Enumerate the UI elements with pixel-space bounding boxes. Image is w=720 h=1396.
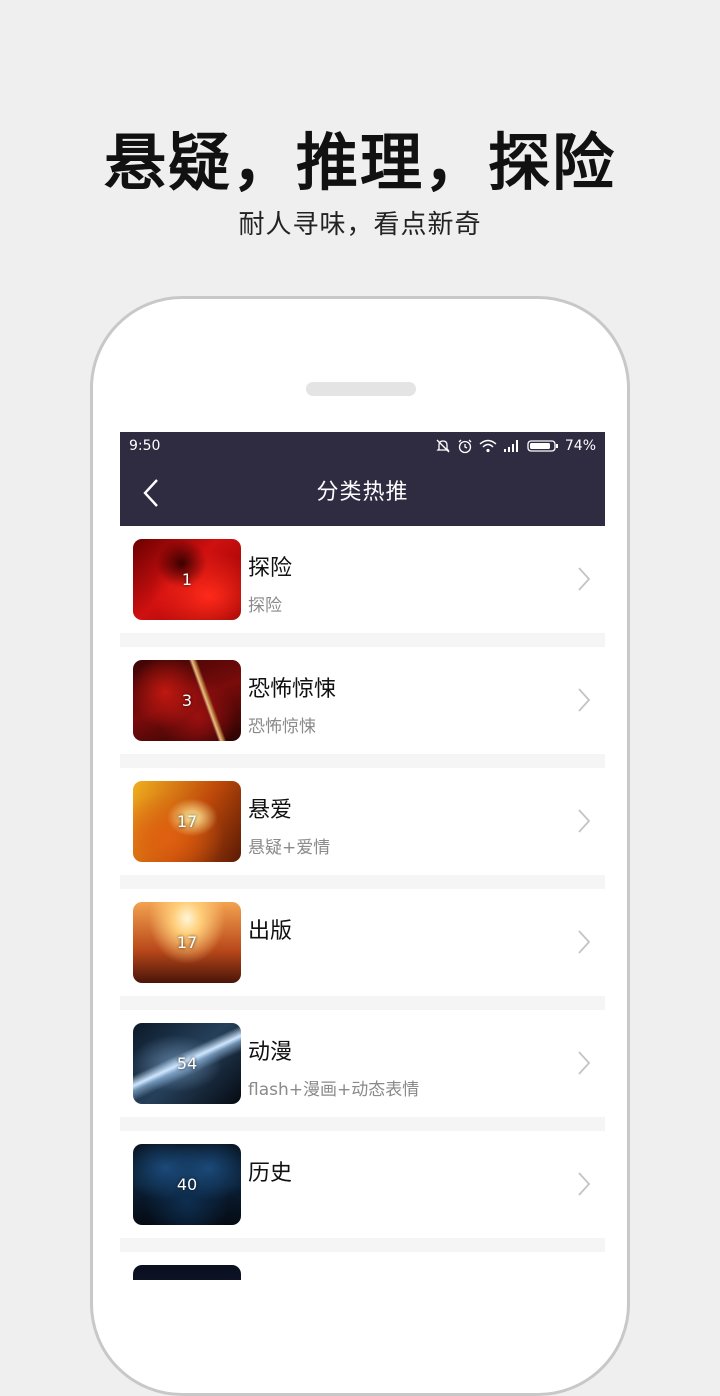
page-title: 分类热推	[316, 480, 409, 505]
category-title: 探险	[248, 556, 293, 581]
signal-icon	[503, 439, 518, 452]
category-count: 17	[176, 812, 198, 831]
phone-speaker	[306, 382, 416, 396]
phone-screen: 9:50 74% 分类热推 1 探险 探险 3 恐怖惊悚 恐怖惊悚 17 悬爱 …	[120, 432, 605, 1280]
category-thumbnail: 54	[133, 1023, 241, 1104]
category-subtitle: 探险	[248, 596, 282, 616]
chevron-right-icon	[578, 809, 591, 833]
nav-bar: 分类热推	[120, 459, 605, 526]
chevron-right-icon	[578, 1172, 591, 1196]
category-subtitle: 恐怖惊悚	[248, 717, 316, 737]
category-title: 动漫	[248, 1040, 293, 1065]
category-count: 3	[181, 691, 193, 710]
category-subtitle: 悬疑+爱情	[248, 838, 331, 858]
category-title: 历史	[248, 1161, 293, 1186]
category-thumbnail: 1	[133, 539, 241, 620]
alarm-icon	[458, 439, 472, 453]
category-thumbnail: 17	[133, 781, 241, 862]
battery-icon	[527, 439, 558, 452]
category-row-anime[interactable]: 54 动漫 flash+漫画+动态表情	[120, 1010, 605, 1117]
category-count: 17	[176, 933, 198, 952]
chevron-right-icon	[578, 567, 591, 591]
category-count: 1	[181, 570, 193, 589]
category-row-adventure[interactable]: 1 探险 探险	[120, 526, 605, 633]
wifi-icon	[479, 439, 497, 452]
category-title: 出版	[248, 919, 293, 944]
promo-headline: 悬疑，推理，探险	[103, 126, 616, 199]
category-count: 40	[176, 1175, 198, 1194]
category-title: 悬爱	[248, 798, 293, 823]
mute-icon	[436, 439, 450, 452]
category-count: 54	[176, 1054, 198, 1073]
promo-subline: 耐人寻味，看点新奇	[238, 210, 482, 240]
category-row-partial[interactable]	[120, 1252, 605, 1280]
category-list: 1 探险 探险 3 恐怖惊悚 恐怖惊悚 17 悬爱 悬疑+爱情 17 出版 54…	[120, 526, 605, 1280]
category-thumbnail: 3	[133, 660, 241, 741]
category-thumbnail: 40	[133, 1144, 241, 1225]
chevron-right-icon	[578, 1051, 591, 1075]
category-thumbnail: 17	[133, 902, 241, 983]
status-bar: 9:50 74%	[120, 432, 605, 459]
chevron-right-icon	[578, 688, 591, 712]
category-subtitle: flash+漫画+动态表情	[248, 1080, 420, 1100]
battery-percent: 74%	[564, 437, 596, 454]
category-row-suspense-romance[interactable]: 17 悬爱 悬疑+爱情	[120, 768, 605, 875]
category-row-history[interactable]: 40 历史	[120, 1131, 605, 1238]
chevron-right-icon	[578, 930, 591, 954]
category-title: 恐怖惊悚	[248, 677, 337, 702]
status-icons: 74%	[435, 438, 596, 454]
category-row-publishing[interactable]: 17 出版	[120, 889, 605, 996]
status-time: 9:50	[129, 437, 161, 454]
category-row-horror[interactable]: 3 恐怖惊悚 恐怖惊悚	[120, 647, 605, 754]
category-thumbnail	[133, 1265, 241, 1280]
